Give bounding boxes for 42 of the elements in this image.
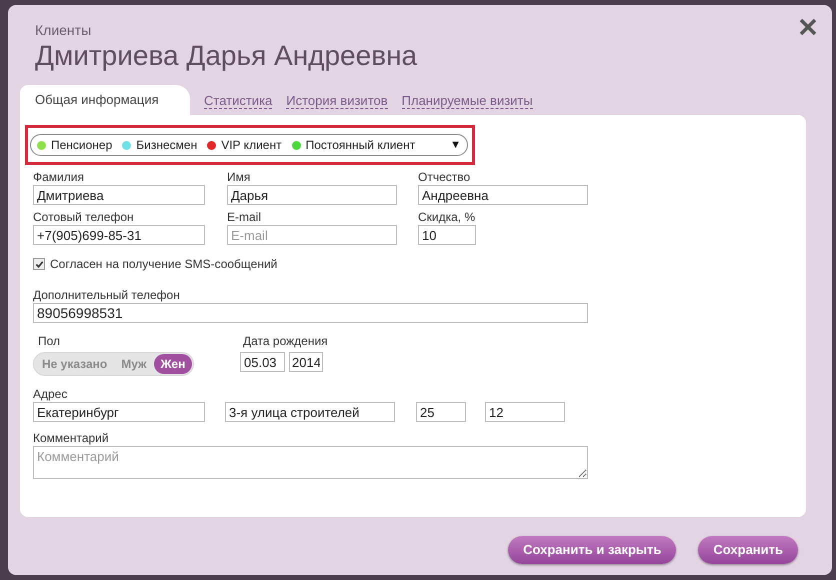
checkbox[interactable]	[33, 258, 45, 270]
tab[interactable]: История визитов	[286, 93, 388, 109]
input-field[interactable]: Дмитриева	[33, 185, 205, 205]
tag-label: Пенсионер	[51, 137, 112, 154]
field-label: E-mail	[227, 209, 262, 225]
field-label: Пол	[38, 333, 60, 349]
input-field[interactable]: 10	[418, 225, 476, 245]
address-field[interactable]: 12	[485, 402, 565, 422]
checkbox-label: Согласен на получение SMS-сообщений	[50, 256, 278, 273]
tab[interactable]: Статистика	[204, 93, 272, 109]
field-label: Дата рождения	[243, 333, 328, 349]
field-label: Дополнительный телефон	[33, 287, 180, 303]
input-field[interactable]: +7(905)699-85-31	[33, 225, 205, 245]
input-field[interactable]: Дарья	[227, 185, 397, 205]
save-button[interactable]: Сохранить	[698, 536, 798, 564]
address-field[interactable]: 3-я улица строителей	[225, 402, 395, 422]
save-and-close-button[interactable]: Сохранить и закрыть	[508, 536, 676, 564]
tag-label: Бизнесмен	[136, 137, 198, 154]
input-field[interactable]: 89056998531	[33, 303, 588, 323]
date-field[interactable]: 05.03	[240, 352, 285, 372]
close-icon[interactable]	[798, 17, 818, 37]
field-label: Фамилия	[33, 169, 84, 185]
tab[interactable]: Планируемые визиты	[402, 93, 533, 109]
field-label: Скидка, %	[418, 209, 476, 225]
tab[interactable]: Общая информация	[20, 85, 190, 115]
input-field[interactable]: E-mail	[227, 225, 397, 245]
input-field[interactable]: Андреевна	[418, 185, 588, 205]
field-label: Имя	[227, 169, 250, 185]
dropdown-arrow[interactable]: ▼	[450, 136, 461, 154]
field-label: Комментарий	[33, 430, 109, 446]
field-label: Отчество	[418, 169, 470, 185]
address-field[interactable]: 25	[416, 402, 466, 422]
gender-option[interactable]: Жен	[154, 354, 192, 374]
tag-label: VIP клиент	[221, 137, 282, 154]
tag-label: Постоянный клиент	[306, 137, 416, 154]
field-label: Сотовый телефон	[33, 209, 134, 225]
address-field[interactable]: Екатеринбург	[33, 402, 205, 422]
window-title: Дмитриева Дарья Андреевна	[35, 39, 418, 73]
field-label: Адрес	[33, 386, 68, 402]
tag-selector[interactable]: Пенсионер Бизнесмен VIP клиент Постоянный клиент ▼	[30, 134, 468, 156]
comment-field[interactable]: Комментарий	[33, 446, 588, 479]
breadcrumb: Клиенты	[35, 21, 92, 39]
